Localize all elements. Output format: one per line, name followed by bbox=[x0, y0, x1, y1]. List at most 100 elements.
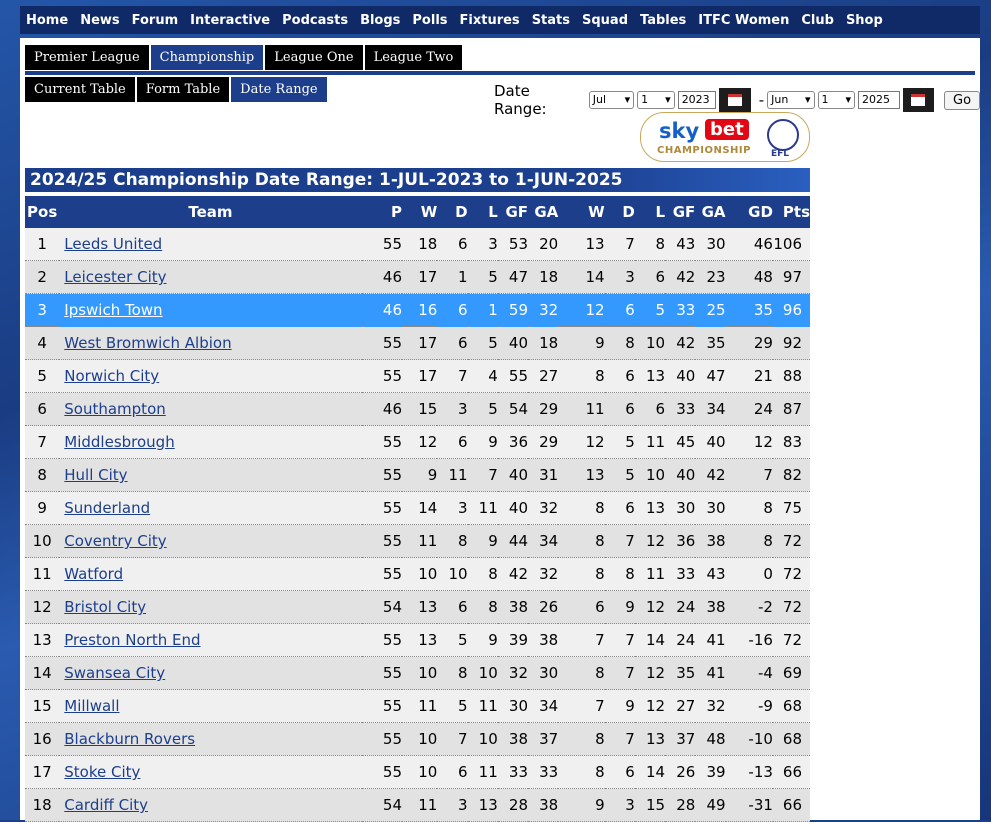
stat-cell: 11 bbox=[467, 755, 498, 789]
team-cell: Hull City bbox=[59, 458, 362, 492]
team-cell: Bristol City bbox=[59, 590, 362, 624]
stat-cell: 8 bbox=[467, 590, 498, 624]
view-tabs: Current Table Form Table Date Range bbox=[25, 77, 329, 102]
table-row: 18 Cardiff City 54 11 3 13 28 38 9 3 15 28 49 -31 66 bbox=[25, 788, 810, 822]
team-link[interactable]: Hull City bbox=[64, 466, 127, 484]
table-row: 10 Coventry City 55 11 8 9 44 34 8 7 12 36 38 8 72 bbox=[25, 524, 810, 558]
team-link[interactable]: Swansea City bbox=[64, 664, 165, 682]
table-row: 12 Bristol City 54 13 6 8 38 26 6 9 12 24 38 -2 72 bbox=[25, 590, 810, 624]
calendar-icon[interactable] bbox=[719, 88, 751, 112]
league-table: Pos Team P W D L GF GA W D L GF GA GD Pts 1 Leeds Unite… bbox=[25, 196, 810, 822]
stat-cell: 55 bbox=[361, 425, 403, 459]
tab-league-two[interactable]: League Two bbox=[364, 45, 463, 70]
nav-blogs[interactable]: Blogs bbox=[354, 13, 406, 28]
position-cell: 10 bbox=[25, 524, 60, 558]
from-month-select[interactable]: Jul ▾ bbox=[588, 91, 635, 109]
table-row: 16 Blackburn Rovers 55 10 7 10 38 37 8 7 13 37 48 -10… bbox=[25, 722, 810, 756]
nav-fixtures[interactable]: Fixtures bbox=[454, 13, 526, 28]
efl-badge-icon bbox=[767, 119, 799, 151]
from-day-select[interactable]: 1 ▾ bbox=[637, 91, 675, 109]
stat-cell: 54 bbox=[361, 590, 403, 624]
stat-cell: 40 bbox=[497, 458, 528, 492]
stat-cell: 55 bbox=[361, 722, 403, 756]
logo-championship-text: CHAMPIONSHIP bbox=[657, 145, 751, 156]
team-link[interactable]: Watford bbox=[64, 565, 123, 583]
stat-cell: 36 bbox=[497, 425, 528, 459]
team-link[interactable]: Stoke City bbox=[64, 763, 140, 781]
to-day-select[interactable]: 1 ▾ bbox=[817, 91, 856, 109]
team-cell: Millwall bbox=[59, 689, 362, 723]
stat-cell: 38 bbox=[695, 590, 726, 624]
stat-cell: 41 bbox=[695, 656, 726, 690]
stat-cell: 24 bbox=[665, 590, 696, 624]
team-link[interactable]: Coventry City bbox=[64, 532, 166, 550]
team-link[interactable]: Cardiff City bbox=[64, 796, 148, 814]
stat-cell: 55 bbox=[361, 491, 403, 525]
tab-championship[interactable]: Championship bbox=[150, 45, 264, 70]
team-link[interactable]: Leeds United bbox=[64, 235, 162, 253]
team-link[interactable]: Leicester City bbox=[64, 268, 166, 286]
tab-date-range[interactable]: Date Range bbox=[231, 77, 327, 102]
team-link[interactable]: West Bromwich Albion bbox=[64, 334, 231, 352]
stat-cell: 18 bbox=[528, 326, 559, 360]
team-link[interactable]: Norwich City bbox=[64, 367, 159, 385]
team-link[interactable]: Millwall bbox=[64, 697, 119, 715]
stat-cell: 72 bbox=[772, 623, 810, 657]
tab-premier-league[interactable]: Premier League bbox=[25, 45, 149, 70]
stat-cell: 33 bbox=[497, 755, 528, 789]
nav-squad[interactable]: Squad bbox=[576, 13, 634, 28]
team-link[interactable]: Sunderland bbox=[64, 499, 150, 517]
nav-club[interactable]: Club bbox=[795, 13, 840, 28]
stat-cell: 9 bbox=[467, 623, 498, 657]
stat-cell: 42 bbox=[665, 260, 696, 294]
to-month-select[interactable]: Jun ▾ bbox=[767, 91, 815, 109]
column-header: Pos bbox=[25, 196, 60, 228]
stat-cell: 9 bbox=[402, 458, 438, 492]
stat-cell: 66 bbox=[772, 788, 810, 822]
stat-cell: 1 bbox=[437, 260, 468, 294]
stat-cell: 10 bbox=[467, 722, 498, 756]
stat-cell: 11 bbox=[467, 491, 498, 525]
nav-tables[interactable]: Tables bbox=[634, 13, 692, 28]
stat-cell: 30 bbox=[497, 689, 528, 723]
stat-cell: 8 bbox=[467, 557, 498, 591]
stat-cell: 55 bbox=[497, 359, 528, 393]
tab-league-one[interactable]: League One bbox=[265, 45, 363, 70]
team-link[interactable]: Preston North End bbox=[64, 631, 200, 649]
stat-cell: 35 bbox=[725, 293, 773, 327]
calendar-icon[interactable] bbox=[902, 88, 934, 112]
team-link[interactable]: Southampton bbox=[64, 400, 165, 418]
stat-cell: 39 bbox=[695, 755, 726, 789]
nav-interactive[interactable]: Interactive bbox=[184, 13, 276, 28]
stat-cell: 6 bbox=[437, 590, 468, 624]
stat-cell: 10 bbox=[437, 557, 468, 591]
nav-home[interactable]: Home bbox=[20, 13, 74, 28]
nav-itfc-women[interactable]: ITFC Women bbox=[692, 13, 795, 28]
from-year-input[interactable]: 2023 bbox=[677, 91, 717, 109]
team-link[interactable]: Bristol City bbox=[64, 598, 146, 616]
go-button[interactable]: Go bbox=[944, 90, 981, 110]
stat-cell: 72 bbox=[772, 524, 810, 558]
tab-form-table[interactable]: Form Table bbox=[136, 77, 230, 102]
stat-cell: 46 bbox=[361, 392, 403, 426]
stat-cell: 53 bbox=[497, 228, 528, 261]
team-link[interactable]: Middlesbrough bbox=[64, 433, 174, 451]
team-cell: West Bromwich Albion bbox=[59, 326, 362, 360]
nav-polls[interactable]: Polls bbox=[406, 13, 453, 28]
table-row: 3 Ipswich Town 46 16 6 1 59 32 12 6 5 33 25 35 96 bbox=[25, 293, 810, 327]
stat-cell: 83 bbox=[772, 425, 810, 459]
tab-current-table[interactable]: Current Table bbox=[25, 77, 135, 102]
stat-cell: 13 bbox=[634, 359, 666, 393]
nav-shop[interactable]: Shop bbox=[840, 13, 889, 28]
position-cell: 5 bbox=[25, 359, 60, 393]
team-link[interactable]: Ipswich Town bbox=[64, 301, 162, 319]
nav-news[interactable]: News bbox=[74, 13, 125, 28]
team-link[interactable]: Blackburn Rovers bbox=[64, 730, 195, 748]
stat-cell: 14 bbox=[634, 623, 666, 657]
stat-cell: 1 bbox=[467, 293, 498, 327]
nav-podcasts[interactable]: Podcasts bbox=[276, 13, 354, 28]
nav-forum[interactable]: Forum bbox=[126, 13, 185, 28]
to-year-input[interactable]: 2025 bbox=[858, 91, 900, 109]
nav-stats[interactable]: Stats bbox=[526, 13, 576, 28]
stat-cell: 72 bbox=[772, 590, 810, 624]
